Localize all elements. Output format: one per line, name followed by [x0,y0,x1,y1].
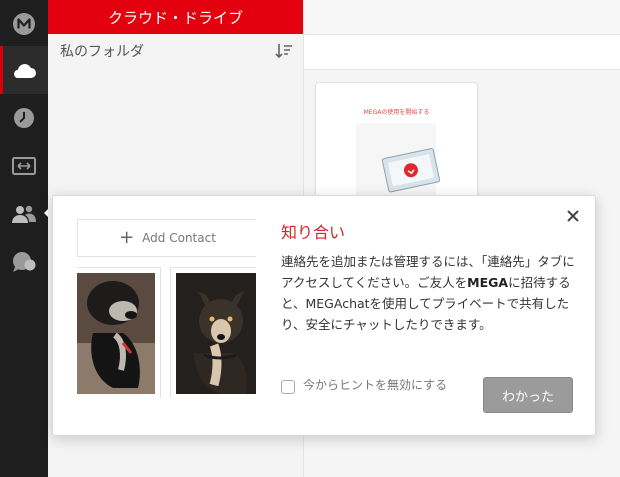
contact-card [170,267,256,398]
contacts-preview: + Add Contact [77,219,256,398]
recents-clock-icon[interactable] [0,94,48,142]
cloud-drive-icon[interactable] [0,46,48,94]
dog-photo-icon [176,273,256,394]
contacts-icon[interactable] [0,190,48,238]
main-top-bar [304,0,620,35]
disable-hints-row[interactable]: 今からヒントを無効にする [281,378,471,394]
transfers-icon[interactable] [0,142,48,190]
my-folders-title: 私のフォルダ [60,44,144,60]
mega-logo-icon[interactable] [0,0,48,48]
contact-card [77,267,161,398]
main-toolbar [304,35,620,70]
disable-hints-label[interactable]: 今からヒントを無効にする [303,378,447,393]
dialog-body: 連絡先を追加または管理するには、「連絡先」タブにアクセスしてください。ご友人をM… [281,251,575,335]
add-contact-button: + Add Contact [77,219,256,257]
my-folders-row[interactable]: 私のフォルダ [48,34,303,68]
contacts-onboarding-dialog: + Add Contact 知り合い 連絡先を追加または管理するには、「連絡先」… [52,195,596,436]
sort-icon[interactable] [275,43,293,59]
dog-photo-icon [77,273,155,394]
plus-icon: + [119,227,135,248]
got-it-button[interactable]: わかった [483,377,573,413]
chat-icon[interactable] [0,238,48,286]
mega-brand-text: MEGA [467,275,509,290]
add-contact-label: Add Contact [142,231,216,245]
dialog-title: 知り合い [281,223,346,242]
disable-hints-checkbox[interactable] [281,380,295,394]
cloud-drive-header[interactable]: クラウド・ドライブ [48,0,303,34]
left-nav-rail [0,0,48,477]
close-icon[interactable] [565,208,581,224]
